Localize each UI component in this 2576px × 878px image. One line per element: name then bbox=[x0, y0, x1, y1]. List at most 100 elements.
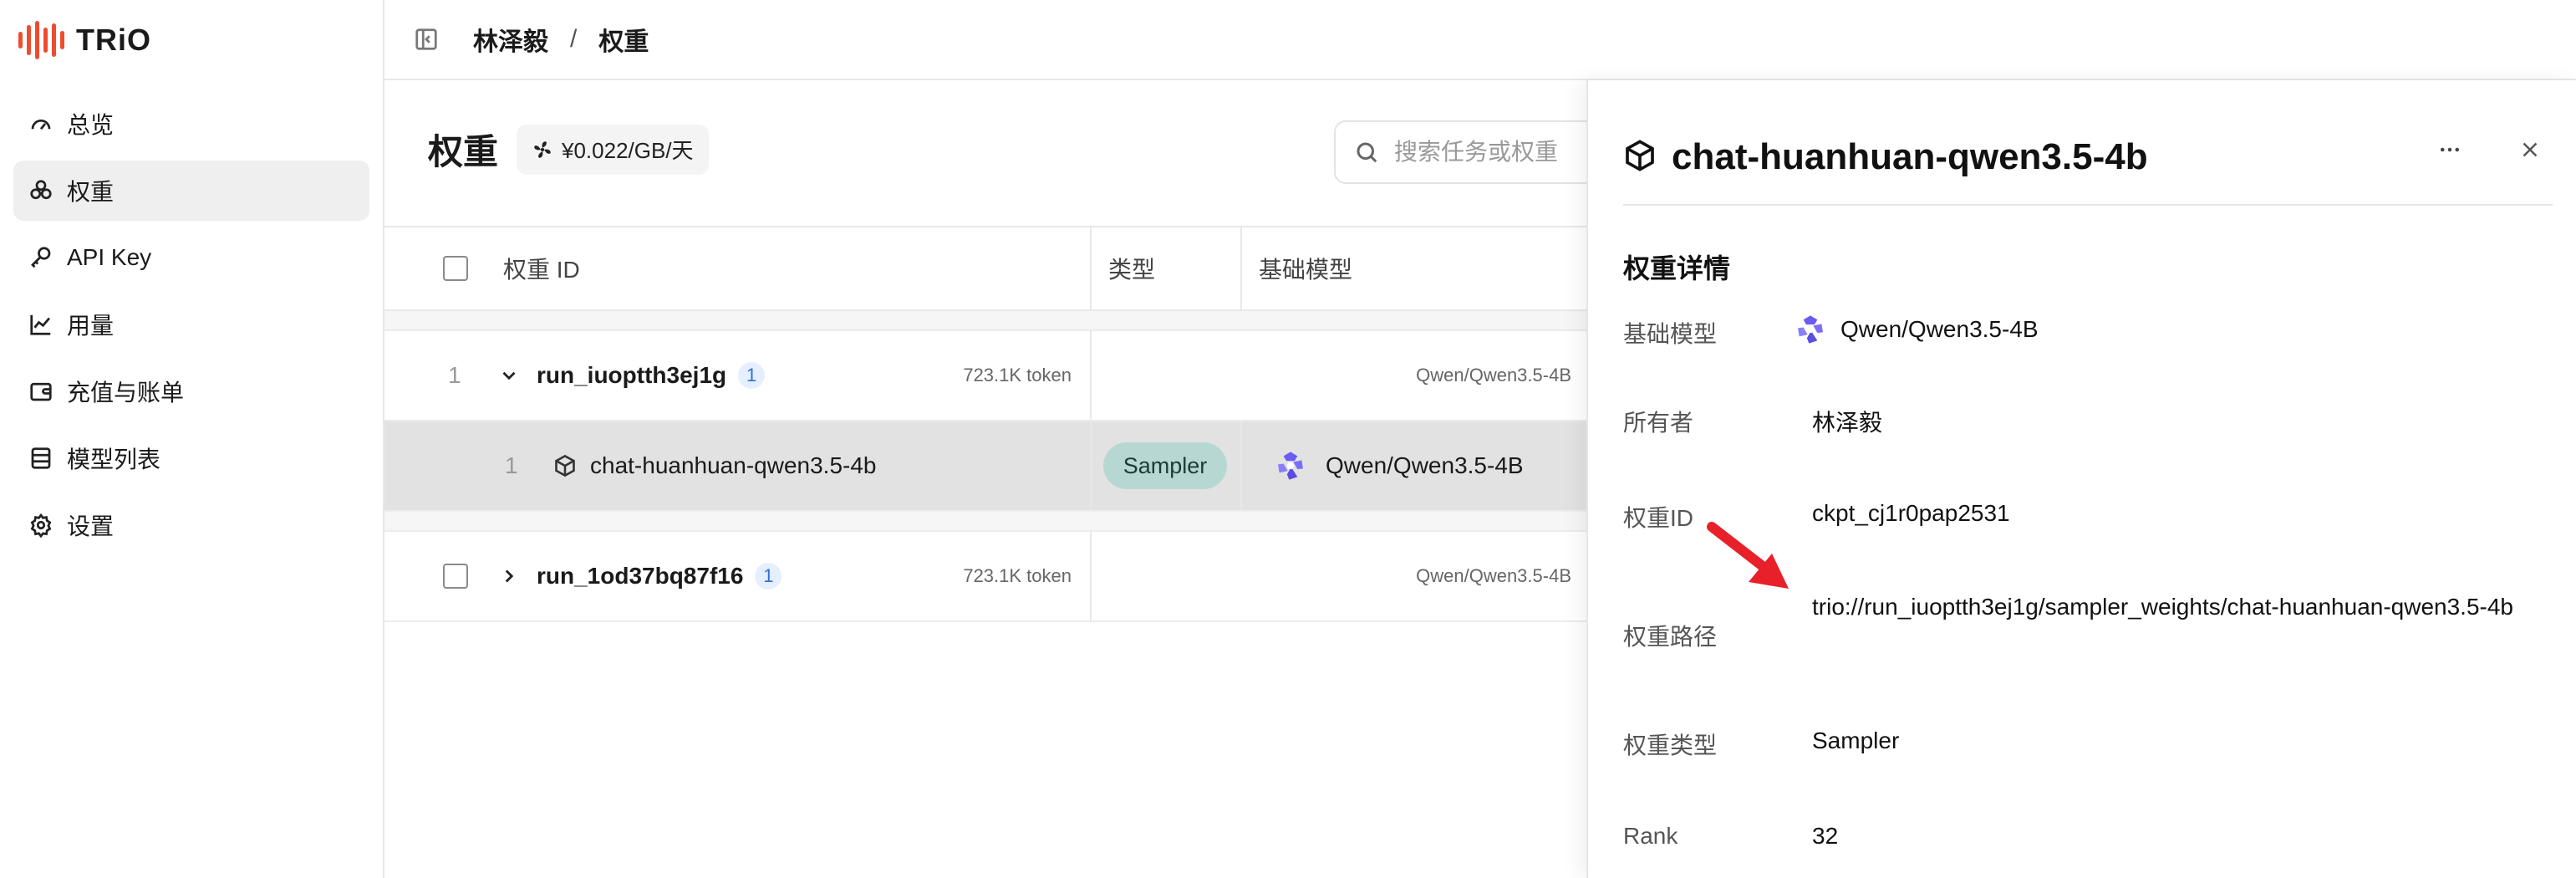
breadcrumb-separator: / bbox=[570, 25, 578, 53]
drawer-actions bbox=[2437, 137, 2543, 166]
field-label-owner: 所有者 bbox=[1623, 410, 1694, 436]
base-model-text: Qwen/Qwen3.5-4B bbox=[1326, 452, 1524, 478]
chevron-right-icon[interactable] bbox=[498, 565, 520, 587]
key-icon bbox=[28, 245, 53, 270]
sidebar-item-weights[interactable]: 权重 bbox=[13, 161, 369, 221]
fan-icon bbox=[534, 140, 551, 158]
row-checkbox[interactable] bbox=[443, 564, 468, 589]
field-value-weight-id[interactable]: ckpt_cj1r0pap2531 bbox=[1812, 500, 2010, 527]
drawer-divider bbox=[1623, 204, 2553, 206]
run-id[interactable]: run_iuoptth3ej1g bbox=[537, 362, 726, 389]
weights-icon bbox=[28, 178, 53, 203]
column-divider bbox=[1090, 227, 1092, 311]
sidebar-item-overview[interactable]: 总览 bbox=[13, 94, 369, 154]
sidebar-item-billing[interactable]: 充值与账单 bbox=[13, 361, 369, 421]
sidebar-item-label: 权重 bbox=[67, 179, 115, 205]
row-index: 1 bbox=[505, 452, 518, 478]
qwen-logo-icon bbox=[1794, 313, 1827, 346]
table-row-weight[interactable]: 1 chat-huanhuan-qwen3.5-4b Sampler Qwen/… bbox=[384, 421, 1588, 512]
line-chart-icon bbox=[28, 312, 53, 337]
sidebar-item-label: 总览 bbox=[67, 112, 115, 138]
count-badge: 1 bbox=[755, 563, 782, 590]
top-bar: 林泽毅 / 权重 bbox=[384, 0, 2576, 80]
sidebar-item-label: 设置 bbox=[67, 513, 115, 539]
brand-logo[interactable]: TRiO bbox=[18, 18, 151, 62]
page-header: 权重 ¥0.022/GB/天 bbox=[428, 124, 709, 175]
qwen-logo-icon bbox=[1274, 449, 1307, 482]
brand-logo-icon bbox=[18, 21, 64, 59]
more-options-button[interactable] bbox=[2437, 137, 2462, 166]
token-count: 723.1K token bbox=[963, 565, 1072, 586]
page-title: 权重 bbox=[428, 132, 499, 171]
column-header-type[interactable]: 类型 bbox=[1108, 252, 1155, 285]
section-title: 权重详情 bbox=[1623, 253, 1731, 283]
table-row-group[interactable]: 1 run_iuoptth3ej1g 1 723.1K token Qwen/Q… bbox=[384, 331, 1588, 421]
sidebar-item-settings[interactable]: 设置 bbox=[13, 495, 369, 555]
field-value-weight-type: Sampler bbox=[1812, 727, 1900, 753]
field-label-base-model: 基础模型 bbox=[1623, 321, 1718, 347]
close-button[interactable] bbox=[2517, 137, 2543, 166]
field-label-weight-type: 权重类型 bbox=[1623, 733, 1718, 758]
breadcrumb-current: 权重 bbox=[598, 28, 649, 56]
sidebar-toggle-button[interactable] bbox=[411, 24, 441, 54]
field-label-path: 权重路径 bbox=[1623, 624, 1718, 650]
column-header-base-model[interactable]: 基础模型 bbox=[1259, 252, 1352, 285]
column-divider bbox=[1240, 227, 1242, 311]
sidebar: TRiO 总览 权重 API Key 用量 充值与账单 模型列表 设置 bbox=[0, 0, 384, 878]
close-icon bbox=[2523, 142, 2538, 157]
column-divider bbox=[1090, 532, 1092, 620]
brand-name: TRiO bbox=[76, 23, 151, 57]
run-id-cell: run_iuoptth3ej1g 1 bbox=[537, 362, 766, 389]
field-value-path[interactable]: trio://run_iuoptth3ej1g/sampler_weights/… bbox=[1812, 590, 2556, 624]
price-text: ¥0.022/GB/天 bbox=[562, 138, 694, 163]
sidebar-nav: 总览 权重 API Key 用量 充值与账单 模型列表 设置 bbox=[13, 94, 369, 562]
drawer-title: chat-huanhuan-qwen3.5-4b bbox=[1672, 136, 2148, 177]
table-spacer bbox=[384, 512, 1588, 532]
column-divider bbox=[1240, 421, 1242, 510]
type-tag-sampler: Sampler bbox=[1102, 442, 1228, 489]
sidebar-item-label: 模型列表 bbox=[67, 447, 161, 472]
weights-table: 权重 ID 类型 基础模型 1 run_iuoptth3ej1g 1 723.1… bbox=[384, 226, 1588, 622]
more-horizontal-icon bbox=[2441, 147, 2459, 152]
price-badge: ¥0.022/GB/天 bbox=[517, 124, 709, 175]
field-label-rank: Rank bbox=[1623, 823, 1678, 849]
main-content: 权重 ¥0.022/GB/天 权重 ID 类型 基础模型 bbox=[384, 82, 1668, 878]
search-icon bbox=[1357, 142, 1377, 163]
breadcrumb: 林泽毅 / 权重 bbox=[473, 21, 649, 58]
token-count: 723.1K token bbox=[963, 365, 1072, 385]
table-spacer bbox=[384, 311, 1588, 331]
weight-name[interactable]: chat-huanhuan-qwen3.5-4b bbox=[590, 452, 876, 479]
sidebar-item-api-key[interactable]: API Key bbox=[13, 227, 369, 288]
field-value-base-model-wrap: Qwen/Qwen3.5-4B bbox=[1794, 313, 2039, 346]
sidebar-item-models[interactable]: 模型列表 bbox=[13, 428, 369, 488]
list-icon bbox=[28, 446, 53, 471]
breadcrumb-user[interactable]: 林泽毅 bbox=[473, 21, 548, 58]
sidebar-toggle-icon bbox=[415, 28, 437, 50]
type-cell: Sampler bbox=[1090, 442, 1240, 489]
sidebar-item-usage[interactable]: 用量 bbox=[13, 294, 369, 355]
cube-icon bbox=[1623, 139, 1657, 176]
field-value-rank: 32 bbox=[1812, 823, 1839, 849]
sidebar-item-label: 充值与账单 bbox=[67, 380, 185, 406]
wallet-icon bbox=[28, 379, 53, 404]
base-model-text: Qwen/Qwen3.5-4B bbox=[1416, 365, 1571, 385]
table-header: 权重 ID 类型 基础模型 bbox=[384, 226, 1588, 311]
sidebar-item-label: 用量 bbox=[67, 313, 115, 339]
sidebar-item-label: API Key bbox=[67, 244, 152, 270]
column-header-id[interactable]: 权重 ID bbox=[503, 252, 580, 285]
run-id[interactable]: run_1od37bq87f16 bbox=[537, 563, 743, 590]
drawer-header: chat-huanhuan-qwen3.5-4b bbox=[1623, 124, 2543, 191]
chevron-down-icon[interactable] bbox=[498, 365, 520, 386]
cube-icon bbox=[553, 454, 577, 477]
run-id-cell: run_1od37bq87f16 1 bbox=[537, 563, 782, 590]
field-label-weight-id: 权重ID bbox=[1623, 505, 1694, 531]
base-model-text: Qwen/Qwen3.5-4B bbox=[1416, 565, 1571, 586]
row-index: 1 bbox=[448, 362, 461, 388]
annotation-arrow-icon bbox=[1707, 522, 1789, 589]
count-badge: 1 bbox=[738, 362, 766, 389]
column-divider bbox=[1090, 331, 1092, 420]
field-value-base-model[interactable]: Qwen/Qwen3.5-4B bbox=[1840, 316, 2039, 343]
table-row-group[interactable]: run_1od37bq87f16 1 723.1K token Qwen/Qwe… bbox=[384, 532, 1588, 622]
weight-detail-drawer: chat-huanhuan-qwen3.5-4b 权重详情 基础模型 Qwen/… bbox=[1586, 80, 2576, 878]
select-all-checkbox[interactable] bbox=[443, 256, 468, 281]
